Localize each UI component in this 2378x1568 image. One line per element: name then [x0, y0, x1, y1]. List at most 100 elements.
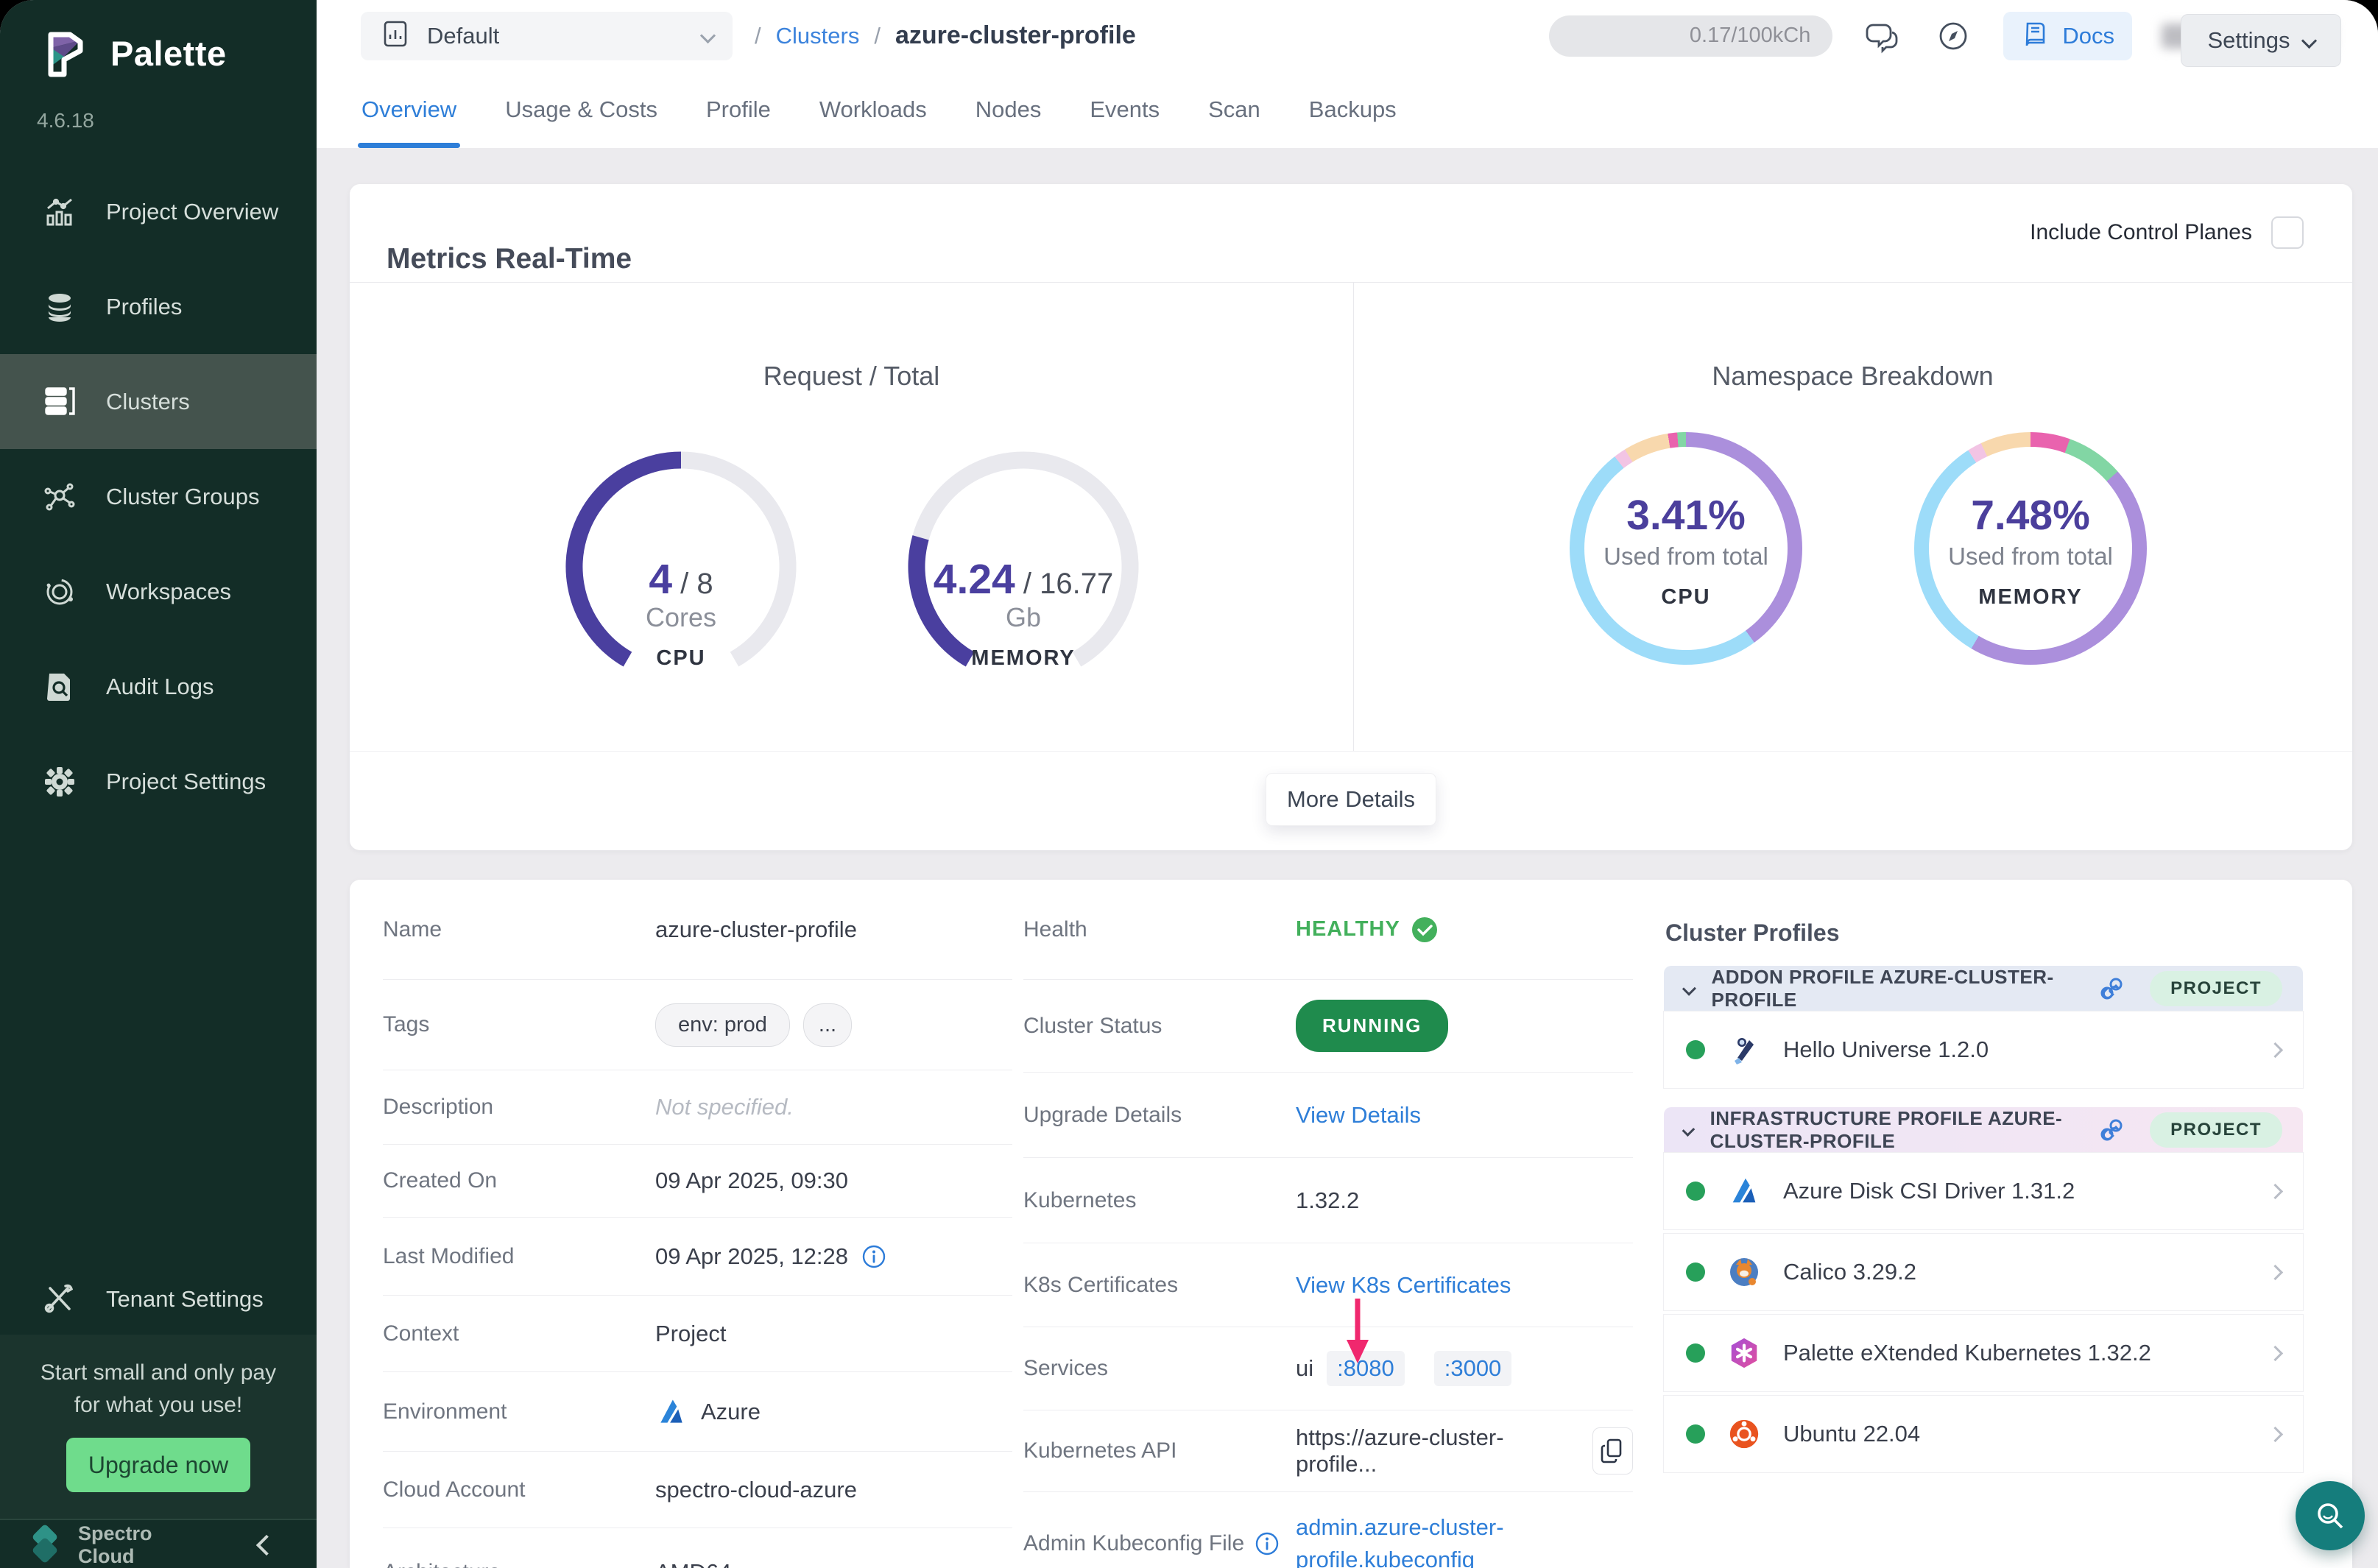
detail-row-context: Context Project — [383, 1296, 1012, 1372]
kubeconfig-link-line2: profile.kubeconfig — [1296, 1547, 1475, 1568]
promo-line-1: Start small and only pay — [0, 1357, 317, 1389]
sidebar-nav: Project OverviewProfilesClusters Cluster … — [0, 164, 317, 829]
footer-brand: Spectro Cloud — [78, 1522, 152, 1568]
profile-layer-row[interactable]: Ubuntu 22.04 — [1664, 1396, 2303, 1472]
check-circle-icon — [1411, 916, 1439, 944]
kubeconfig-download-link[interactable]: admin.azure-cluster- profile.kubeconfig — [1296, 1511, 1504, 1568]
created-on-value: 09 Apr 2025, 09:30 — [655, 1168, 848, 1194]
profile-group-header[interactable]: ADDON PROFILE AZURE-CLUSTER-PROFILEPROJE… — [1664, 966, 2303, 1011]
sidebar-item-label: Audit Logs — [106, 674, 214, 700]
project-selector[interactable]: Default — [361, 12, 733, 60]
breadcrumb-clusters-link[interactable]: Clusters — [776, 23, 860, 49]
tag-more-button[interactable]: ... — [803, 1003, 852, 1047]
sidebar-item-clusters[interactable]: Clusters — [0, 354, 317, 449]
tab-usage-costs[interactable]: Usage & Costs — [481, 71, 682, 148]
tab-profile[interactable]: Profile — [682, 71, 795, 148]
chevron-right-icon — [2268, 1264, 2283, 1279]
profile-group-addon: ADDON PROFILE AZURE-CLUSTER-PROFILEPROJE… — [1664, 966, 2303, 1088]
metrics-realtime-card: Metrics Real-Time Include Control Planes… — [350, 184, 2352, 850]
tab-scan[interactable]: Scan — [1184, 71, 1285, 148]
donut-percent: 7.48% — [1914, 491, 2147, 540]
tab-workloads[interactable]: Workloads — [795, 71, 951, 148]
more-details-button[interactable]: More Details — [1266, 773, 1436, 826]
sidebar-item-project-settings[interactable]: Project Settings — [0, 734, 317, 829]
view-k8s-certificates-link[interactable]: View K8s Certificates — [1296, 1272, 1511, 1299]
request-total-title: Request / Total — [350, 361, 1353, 392]
profile-group-header[interactable]: INFRASTRUCTURE PROFILE AZURE-CLUSTER-PRO… — [1664, 1107, 2303, 1153]
settings-button[interactable]: Settings — [2181, 14, 2341, 67]
health-label: Health — [1023, 917, 1296, 942]
sidebar-item-profiles[interactable]: Profiles — [0, 259, 317, 354]
tab-overview[interactable]: Overview — [337, 71, 481, 148]
k8s-certificates-label: K8s Certificates — [1023, 1273, 1296, 1298]
info-icon[interactable] — [1255, 1531, 1280, 1556]
profile-layer-row[interactable]: Palette eXtended Kubernetes 1.32.2 — [1664, 1315, 2303, 1391]
sidebar-item-label: Cluster Groups — [106, 484, 259, 510]
cloud-account-label: Cloud Account — [383, 1477, 655, 1502]
detail-row-name: Name azure-cluster-profile — [383, 880, 1012, 980]
status-dot — [1686, 1040, 1705, 1059]
sidebar-item-project-overview[interactable]: Project Overview — [0, 164, 317, 259]
profile-layer-row[interactable]: Azure Disk CSI Driver 1.31.2 — [1664, 1153, 2303, 1229]
azure-icon — [1726, 1173, 1763, 1209]
include-control-planes-checkbox[interactable] — [2271, 216, 2304, 249]
tab-events[interactable]: Events — [1065, 71, 1184, 148]
status-dot — [1686, 1424, 1705, 1444]
pxk-icon — [1726, 1335, 1763, 1371]
donut-subtitle: Used from total — [1914, 543, 2147, 571]
compass-tour-button[interactable] — [1933, 15, 1974, 57]
profile-group-infrastructure: INFRASTRUCTURE PROFILE AZURE-CLUSTER-PRO… — [1664, 1107, 2303, 1472]
gauge-unit: Gb — [891, 602, 1156, 633]
project-selector-value: Default — [427, 23, 499, 49]
sidebar-item-tenant-settings[interactable]: Tenant Settings — [0, 1251, 317, 1347]
profile-layer-row[interactable]: Hello Universe 1.2.0 — [1664, 1011, 2303, 1088]
namespace-breakdown-title: Namespace Breakdown — [1353, 361, 2352, 392]
cluster-tabs: OverviewUsage & CostsProfileWorkloadsNod… — [317, 71, 2378, 148]
details-middle-column: Health HEALTHY Cluster Status RUNNING Up… — [1023, 880, 1633, 1568]
cluster-profiles-title: Cluster Profiles — [1665, 919, 2303, 947]
layers-icon — [41, 289, 78, 325]
upgrade-now-button[interactable]: Upgrade now — [66, 1438, 250, 1492]
donut-subtitle: Used from total — [1570, 543, 1802, 571]
docs-label: Docs — [2062, 23, 2114, 49]
gauge-cpu: 4 / 8CoresCPU — [548, 449, 814, 696]
spectro-cloud-logo-icon — [21, 1522, 68, 1568]
divider — [350, 751, 2352, 752]
copy-button[interactable] — [1592, 1427, 1633, 1475]
details-left-column: Name azure-cluster-profile Tags env: pro… — [383, 880, 1012, 1568]
profile-layer-name: Palette eXtended Kubernetes 1.32.2 — [1783, 1340, 2249, 1366]
detail-row-modified: Last Modified 09 Apr 2025, 12:28 — [383, 1218, 1012, 1296]
search-fab-button[interactable] — [2296, 1481, 2365, 1550]
services-label: Services — [1023, 1356, 1296, 1381]
service-name: ui — [1296, 1355, 1313, 1382]
chevron-down-icon — [700, 28, 716, 43]
profile-layer-name: Hello Universe 1.2.0 — [1783, 1036, 2249, 1063]
architecture-value: AMD64 — [655, 1559, 731, 1568]
view-details-link[interactable]: View Details — [1296, 1102, 1421, 1129]
kubernetes-version: 1.32.2 — [1296, 1187, 1359, 1214]
tab-backups[interactable]: Backups — [1285, 71, 1421, 148]
feedback-chat-button[interactable] — [1862, 15, 1903, 57]
upgrade-details-label: Upgrade Details — [1023, 1103, 1296, 1128]
description-label: Description — [383, 1095, 655, 1120]
settings-button-label: Settings — [2207, 27, 2290, 54]
tag-env-prod[interactable]: env: prod — [655, 1003, 790, 1047]
tags-label: Tags — [383, 1012, 655, 1037]
chart-icon — [41, 194, 78, 230]
detail-row-kubeconfig: Admin Kubeconfig File admin.azure-cluste… — [1023, 1492, 1633, 1568]
gauge-label: CPU — [548, 646, 814, 671]
gauge-unit: Cores — [548, 602, 814, 633]
servers-icon — [41, 384, 78, 420]
profile-layer-row[interactable]: Calico 3.29.2 — [1664, 1234, 2303, 1310]
tab-nodes[interactable]: Nodes — [951, 71, 1066, 148]
collapse-sidebar-icon[interactable] — [256, 1534, 277, 1555]
sidebar-item-workspaces[interactable]: Workspaces — [0, 544, 317, 639]
divider — [350, 282, 2352, 283]
sidebar-item-cluster-groups[interactable]: Cluster Groups — [0, 449, 317, 544]
docs-button[interactable]: Docs — [2003, 12, 2132, 60]
service-port-3000-link[interactable]: :3000 — [1434, 1351, 1512, 1386]
info-icon[interactable] — [861, 1244, 886, 1269]
breadcrumb-separator: / — [755, 23, 761, 49]
detail-row-tags: Tags env: prod ... — [383, 980, 1012, 1070]
sidebar-item-audit-logs[interactable]: Audit Logs — [0, 639, 317, 734]
